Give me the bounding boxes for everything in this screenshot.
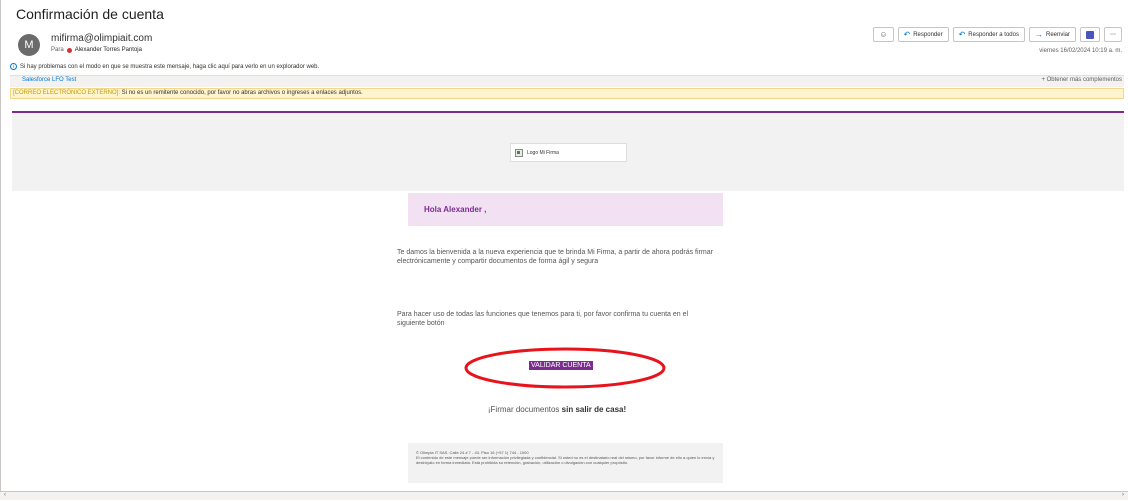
get-more-addins-label: Obtener más complementos: [1046, 77, 1122, 83]
forward-button[interactable]: → Reenviar: [1028, 27, 1076, 42]
presence-status-icon: [66, 47, 72, 53]
sender-avatar[interactable]: M: [18, 34, 40, 56]
logo-image-placeholder: Logo Mi Firma: [510, 143, 627, 162]
reaction-button[interactable]: ☺: [873, 27, 894, 42]
tagline-bold: sin salir de casa!: [561, 405, 627, 414]
tagline-text: ¡Firmar documentos: [487, 405, 562, 414]
external-email-banner: [CORREO ELECTRÓNICO EXTERNO]: Si no es u…: [10, 88, 1124, 99]
display-problems-text[interactable]: Si hay problemas con el modo en que se m…: [20, 64, 319, 70]
instructions-paragraph: Para hacer uso de todas las funciones qu…: [397, 311, 689, 327]
teams-icon: [1086, 30, 1094, 39]
window-left-border: [0, 0, 1, 499]
scroll-left-icon[interactable]: ‹: [4, 492, 6, 498]
red-circle-annotation: [464, 347, 666, 389]
external-tag: [CORREO ELECTRÓNICO EXTERNO]:: [13, 90, 121, 96]
broken-image-icon: [515, 148, 523, 157]
footer-disclaimer: El contenido de este mensaje puede ser i…: [416, 455, 715, 465]
get-more-addins[interactable]: + Obtener más complementos: [1041, 77, 1122, 83]
reply-button[interactable]: ↶ Responder: [897, 27, 949, 42]
addin-salesforce[interactable]: Salesforce LFO Test: [22, 77, 76, 83]
forward-label: Reenviar: [1045, 31, 1070, 38]
recipient-line: Para Alexander Torres Pantoja: [51, 47, 142, 53]
reply-icon: ↶: [903, 30, 911, 39]
sender-address[interactable]: mifirma@olimpiait.com: [51, 33, 152, 44]
welcome-paragraph: Te damos la bienvenida a la nueva experi…: [397, 249, 713, 265]
to-label: Para: [51, 47, 64, 53]
legal-footer: © Olimpia IT SAS. Calle 24 # 7 - 43. Pis…: [408, 443, 723, 483]
more-icon: ⋯: [1110, 32, 1116, 38]
reply-all-label: Responder a todos: [968, 31, 1019, 38]
message-date: viernes 16/02/2024 10:19 a. m.: [1039, 48, 1122, 54]
greeting: Hola Alexander ,: [424, 205, 487, 214]
logo-alt-text: Logo Mi Firma: [527, 149, 559, 156]
display-problems-notice[interactable]: i Si hay problemas con el modo en que se…: [10, 63, 319, 70]
recipient-name[interactable]: Alexander Torres Pantoja: [75, 47, 142, 53]
footer-text: © Olimpia IT SAS. Calle 24 # 7 - 43. Pis…: [416, 450, 721, 465]
more-actions-button[interactable]: ⋯: [1104, 27, 1122, 42]
message-toolbar: ☺ ↶ Responder ↶ Responder a todos → Reen…: [873, 27, 1122, 42]
info-icon: i: [10, 63, 17, 70]
reply-all-icon: ↶: [958, 30, 966, 39]
addin-bar: Salesforce LFO Test + Obtener más comple…: [10, 75, 1124, 87]
external-warning: Si no es un remitente conocido, por favo…: [120, 90, 363, 96]
reply-label: Responder: [913, 31, 943, 38]
email-subject: Confirmación de cuenta: [16, 6, 164, 22]
tagline: ¡Firmar documentos sin salir de casa!: [397, 405, 717, 414]
teams-share-button[interactable]: [1080, 27, 1100, 42]
greeting-box: Hola Alexander ,: [408, 193, 723, 226]
scroll-right-icon[interactable]: ›: [1122, 492, 1124, 498]
reply-all-button[interactable]: ↶ Responder a todos: [952, 27, 1025, 42]
forward-icon: →: [1034, 30, 1043, 39]
emoji-icon: ☺: [879, 30, 888, 39]
